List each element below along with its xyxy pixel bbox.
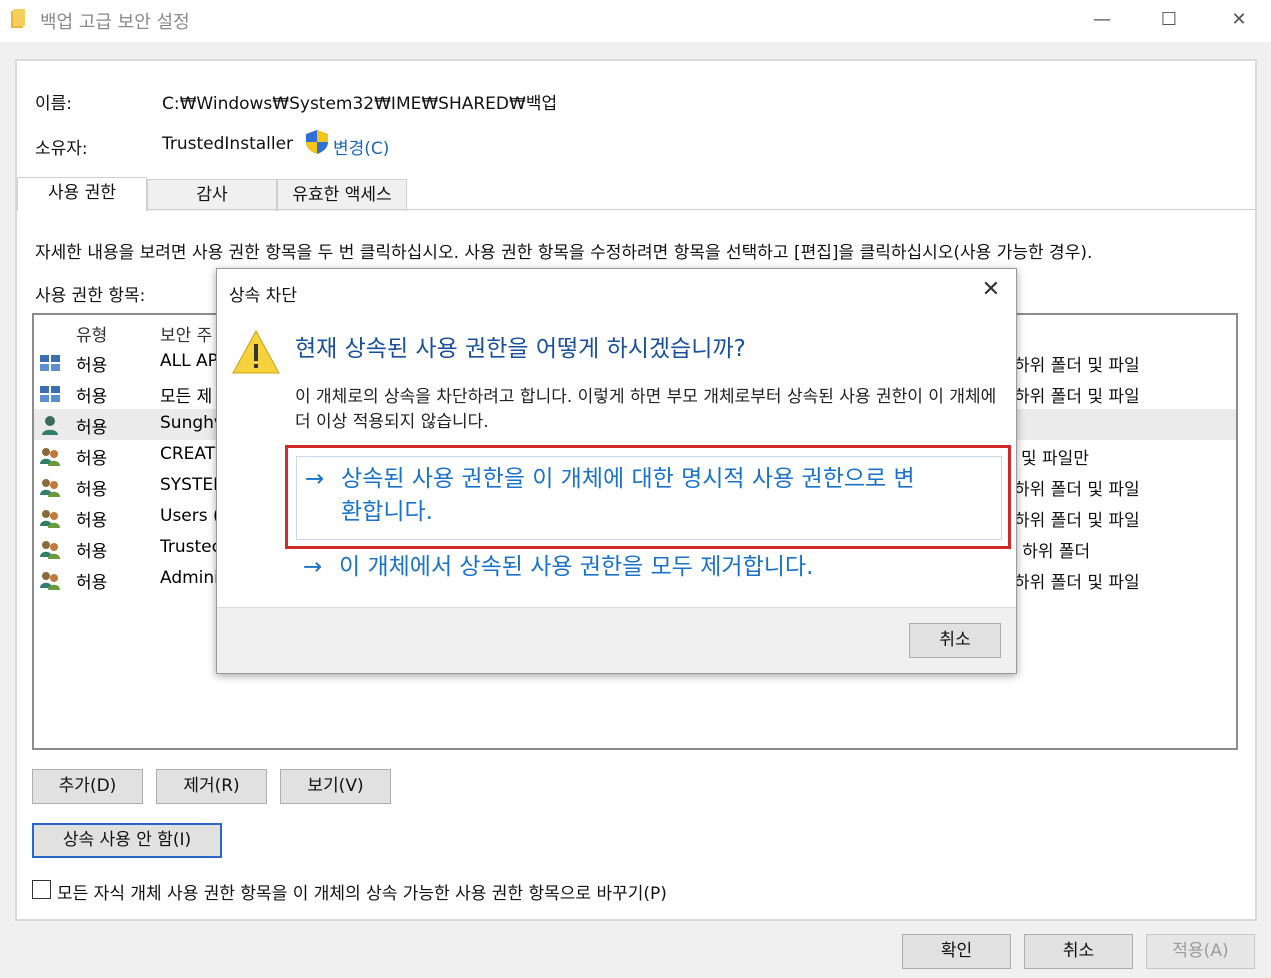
entry-applies-to: 하위 폴더 및 파일 (1014, 387, 1140, 407)
apply-button[interactable]: 적용(A) (1146, 934, 1255, 969)
dialog-description: 이 개체로의 상속을 차단하려고 합니다. 이렇게 하면 부모 개체로부터 상속… (295, 387, 997, 432)
dialog-title: 상속 차단 (229, 286, 297, 306)
maximize-button[interactable]: ☐ (1147, 4, 1191, 36)
replace-child-permissions-checkbox[interactable] (32, 880, 51, 899)
dialog-footer: 취소 (217, 607, 1016, 673)
entry-principal: Trustec (160, 537, 221, 557)
owner-label: 소유자: (35, 139, 88, 159)
entries-label: 사용 권한 항목: (35, 286, 146, 306)
replace-child-permissions-label: 모든 자식 개체 사용 권한 항목을 이 개체의 상속 가능한 사용 권한 항목… (57, 884, 667, 904)
remove-button[interactable]: 제거(R) (156, 769, 267, 804)
window-title: 백업 고급 보안 설정 (40, 12, 190, 33)
disable-inheritance-button[interactable]: 상속 사용 안 함(I) (32, 823, 222, 858)
remove-inherited-option[interactable]: → 이 개체에서 상속된 사용 권한을 모두 제거합니다. (303, 551, 983, 585)
convert-option-line2: 환합니다. (341, 499, 433, 525)
tab-permissions[interactable]: 사용 권한 (17, 177, 147, 211)
entry-applies-to: 하위 폴더 및 파일 (1014, 511, 1140, 531)
entry-type: 허용 (76, 418, 108, 438)
users-icon (40, 541, 60, 559)
ok-button[interactable]: 확인 (902, 934, 1011, 969)
warning-icon (232, 329, 280, 374)
entry-type: 허용 (76, 356, 108, 376)
users-icon (40, 448, 60, 466)
entry-applies-to: 하위 폴더 및 파일 (1014, 573, 1140, 593)
user-icon (42, 416, 58, 435)
entry-principal: Users ( (160, 506, 220, 526)
uac-shield-icon (306, 130, 328, 154)
entry-principal: Sunghv (160, 413, 224, 433)
owner-value: TrustedInstaller (162, 134, 294, 154)
users-icon (40, 572, 60, 590)
minimize-button[interactable]: — (1080, 4, 1124, 36)
block-inheritance-dialog: 상속 차단 ✕ 현재 상속된 사용 권한을 어떻게 하시겠습니까? 이 개체로의… (216, 268, 1017, 674)
entry-principal: Admini (160, 568, 219, 588)
convert-option-button[interactable]: → 상속된 사용 권한을 이 개체에 대한 명시적 사용 권한으로 변 환합니다… (296, 456, 1002, 540)
entry-applies-to: 및 파일만 (1021, 449, 1089, 469)
entry-principal: ALL AP (160, 351, 218, 371)
column-header-principal[interactable]: 보안 주 (160, 321, 212, 346)
entry-type: 허용 (76, 480, 108, 500)
users-icon (40, 479, 60, 497)
entry-applies-to: 하위 폴더 및 파일 (1014, 356, 1140, 376)
tab-auditing[interactable]: 감사 (147, 179, 277, 211)
entry-type: 허용 (76, 387, 108, 407)
dialog-cancel-button[interactable]: 취소 (909, 623, 1001, 658)
convert-option-line1: 상속된 사용 권한을 이 개체에 대한 명시적 사용 권한으로 변 (341, 466, 915, 492)
column-header-type[interactable]: 유형 (76, 321, 107, 346)
users-icon (40, 510, 60, 528)
package-group-icon (40, 355, 60, 371)
close-button[interactable]: ✕ (1217, 4, 1261, 36)
entry-applies-to: ! 하위 폴더 (1010, 542, 1091, 562)
change-owner-link[interactable]: 변경(C) (333, 134, 389, 159)
entry-type: 허용 (76, 542, 108, 562)
cancel-button[interactable]: 취소 (1024, 934, 1133, 969)
entry-applies-to: 하위 폴더 및 파일 (1014, 480, 1140, 500)
add-button[interactable]: 추가(D) (32, 769, 143, 804)
name-value: C:₩Windows₩System32₩IME₩SHARED₩백업 (162, 94, 558, 114)
package-group-icon (40, 386, 60, 402)
entry-type: 허용 (76, 449, 108, 469)
arrow-right-icon: → (303, 554, 323, 580)
dialog-close-button[interactable]: ✕ (977, 277, 1005, 302)
tab-effective-access[interactable]: 유효한 액세스 (277, 179, 407, 211)
entry-principal: 모든 제 (160, 387, 213, 407)
title-bar: 백업 고급 보안 설정 — ☐ ✕ (0, 0, 1271, 42)
tab-divider (147, 209, 1255, 210)
instructions-text: 자세한 내용을 보려면 사용 권한 항목을 두 번 클릭하십시오. 사용 권한 … (35, 243, 1093, 263)
arrow-right-icon: → (305, 466, 325, 492)
entry-type: 허용 (76, 573, 108, 593)
dialog-heading: 현재 상속된 사용 권한을 어떻게 하시겠습니까? (295, 336, 746, 362)
entry-type: 허용 (76, 511, 108, 531)
name-label: 이름: (35, 94, 73, 114)
remove-option-text: 이 개체에서 상속된 사용 권한을 모두 제거합니다. (339, 554, 814, 580)
convert-option[interactable]: → 상속된 사용 권한을 이 개체에 대한 명시적 사용 권한으로 변 환합니다… (305, 463, 995, 533)
folder-icon (11, 9, 25, 28)
highlight-box: → 상속된 사용 권한을 이 개체에 대한 명시적 사용 권한으로 변 환합니다… (285, 445, 1011, 549)
view-button[interactable]: 보기(V) (280, 769, 391, 804)
